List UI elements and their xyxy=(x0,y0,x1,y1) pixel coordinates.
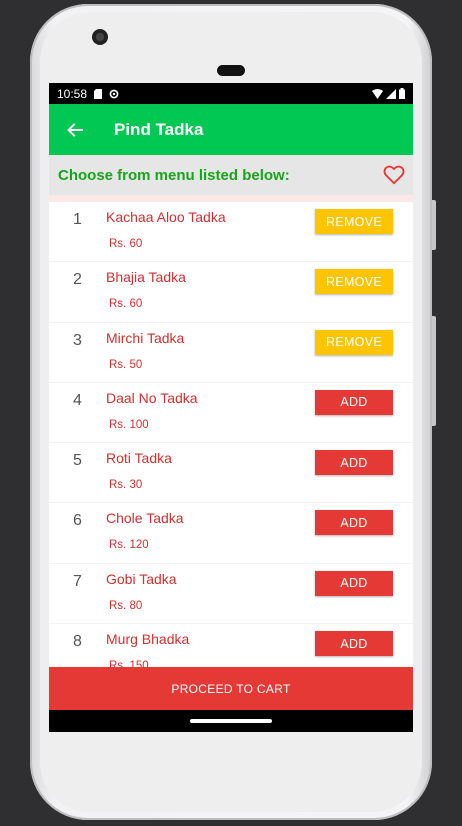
power-button xyxy=(432,316,436,426)
battery-icon xyxy=(399,88,405,99)
item-price: Rs. 50 xyxy=(109,358,143,371)
earpiece-speaker xyxy=(217,65,245,76)
menu-subheader: Choose from menu listed below: xyxy=(49,155,413,195)
remove-button[interactable]: REMOVE xyxy=(315,329,393,355)
item-price: Rs. 60 xyxy=(109,298,143,311)
item-price: Rs. 100 xyxy=(109,418,149,431)
arrow-back-icon[interactable] xyxy=(66,121,84,139)
menu-item-row: 2 Bhajia Tadka Rs. 60 REMOVE xyxy=(49,262,413,323)
navigation-bar xyxy=(49,710,413,732)
item-number: 6 xyxy=(73,512,82,530)
wifi-icon xyxy=(372,88,383,99)
menu-instruction: Choose from menu listed below: xyxy=(58,166,290,184)
item-number: 4 xyxy=(73,391,82,409)
menu-item-row: 1 Kachaa Aloo Tadka Rs. 60 REMOVE xyxy=(49,202,413,263)
menu-item-row: 7 Gobi Tadka Rs. 80 ADD xyxy=(49,564,413,625)
item-number: 7 xyxy=(73,572,82,590)
app-screen: 10:58 Pind Tadka Choose from menu listed… xyxy=(49,83,413,732)
status-time: 10:58 xyxy=(57,86,88,101)
remove-button[interactable]: REMOVE xyxy=(315,269,393,295)
signal-icon xyxy=(386,88,396,99)
item-number: 3 xyxy=(73,331,82,349)
front-camera xyxy=(92,29,108,45)
add-button[interactable]: ADD xyxy=(315,631,393,657)
menu-item-row: 6 Chole Tadka Rs. 120 ADD xyxy=(49,503,413,564)
proceed-to-cart-button[interactable]: PROCEED TO CART xyxy=(49,667,413,710)
menu-item-row: 4 Daal No Tadka Rs. 100 ADD xyxy=(49,383,413,444)
sd-card-icon xyxy=(94,88,103,99)
item-price: Rs. 80 xyxy=(109,599,143,612)
app-bar: Pind Tadka xyxy=(49,104,413,155)
item-price: Rs. 30 xyxy=(109,479,143,492)
menu-item-row: 3 Mirchi Tadka Rs. 50 REMOVE xyxy=(49,323,413,383)
home-gesture-pill[interactable] xyxy=(190,719,272,723)
add-button[interactable]: ADD xyxy=(315,570,393,596)
item-number: 1 xyxy=(73,211,82,228)
add-button[interactable]: ADD xyxy=(315,510,393,536)
add-button[interactable]: ADD xyxy=(315,450,393,476)
remove-button[interactable]: REMOVE xyxy=(315,209,393,234)
divider-strip xyxy=(49,195,413,202)
status-bar: 10:58 xyxy=(49,83,413,104)
item-price: Rs. 60 xyxy=(109,238,143,250)
item-number: 5 xyxy=(73,452,82,470)
heart-outline-icon[interactable] xyxy=(383,164,405,186)
page-title: Pind Tadka xyxy=(114,119,204,139)
settings-icon xyxy=(109,89,119,98)
item-number: 2 xyxy=(73,271,82,289)
menu-list: 1 Kachaa Aloo Tadka Rs. 60 REMOVE 2 Bhajia Ta… xyxy=(49,202,413,685)
menu-item-row: 5 Roti Tadka Rs. 30 ADD xyxy=(49,443,413,504)
item-price: Rs. 120 xyxy=(109,539,149,552)
volume-button xyxy=(432,200,436,250)
add-button[interactable]: ADD xyxy=(315,389,393,415)
